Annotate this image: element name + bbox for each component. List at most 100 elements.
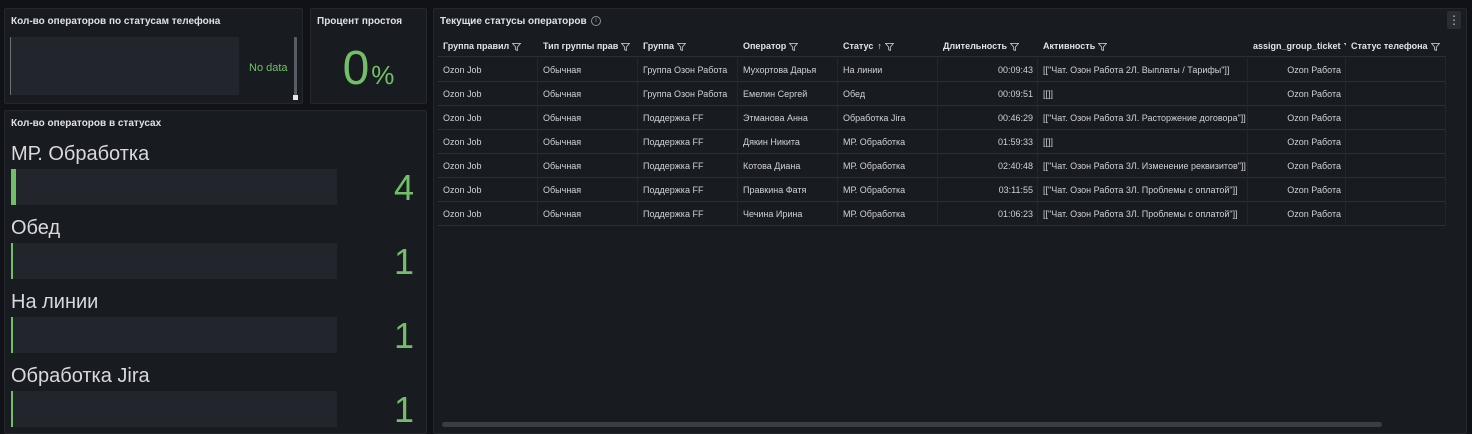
table-cell: Ozon Job [438, 130, 538, 154]
operators-table-panel: Текущие статусы операторов i ⋮ Группа пр… [433, 8, 1467, 434]
table-cell [1346, 178, 1446, 202]
column-header-label: Статус [843, 41, 874, 51]
panel-menu-icon[interactable]: ⋮ [1447, 11, 1461, 29]
column-header[interactable]: assign_group_ticket [1248, 35, 1346, 57]
filter-icon[interactable] [1007, 41, 1020, 51]
phone-status-panel: Кол-во операторов по статусам телефона N… [4, 8, 303, 104]
status-bar-track [11, 317, 337, 353]
column-header[interactable]: Тип группы прав [538, 35, 638, 57]
table-cell: МР. Обработка [838, 130, 938, 154]
table-cell [1346, 202, 1446, 226]
chart-axis-line [10, 37, 11, 95]
table-cell: [[]] [1038, 82, 1248, 106]
status-bar-fill [11, 317, 13, 353]
no-data-label: No data [249, 62, 288, 74]
table-row[interactable]: Ozon Job Обычная Поддержка FF Этманова Анна… [438, 106, 1446, 130]
table-cell: Обычная [538, 82, 638, 106]
table-cell: Мухортова Дарья [738, 58, 838, 82]
column-header[interactable]: Группа правил [438, 35, 538, 57]
status-bar-fill [11, 169, 16, 205]
table-cell: Поддержка FF [638, 178, 738, 202]
table-row[interactable]: Ozon Job Обычная Группа Озон Работа Емелин … [438, 82, 1446, 106]
chart-area [10, 37, 239, 95]
column-header-label: Группа правил [443, 41, 510, 51]
filter-icon[interactable] [618, 41, 631, 51]
table-cell: МР. Обработка [838, 178, 938, 202]
table-cell: Ozon Job [438, 202, 538, 226]
table-row[interactable]: Ozon Job Обычная Поддержка FF Правкина Фатя… [438, 178, 1446, 202]
table-cell [1346, 82, 1446, 106]
table-header: Группа правил Тип группы прав Группа Операт… [438, 35, 1446, 57]
table-cell: Этманова Анна [738, 106, 838, 130]
column-header[interactable]: Активность [1038, 35, 1248, 57]
table-cell: Обычная [538, 154, 638, 178]
column-header[interactable]: Группа [638, 35, 738, 57]
stat-number: 0 [342, 42, 370, 95]
table-cell: Обед [838, 82, 938, 106]
table-cell: На линии [838, 58, 938, 82]
table-row[interactable]: Ozon Job Обычная Поддержка FF Дякин Никита М… [438, 130, 1446, 154]
table-cell: [["Чат. Озон Работа 3Л. Изменение реквиз… [1038, 154, 1248, 178]
table-cell [1346, 130, 1446, 154]
column-header[interactable]: Оператор [738, 35, 838, 57]
info-icon[interactable]: i [591, 16, 601, 26]
resize-handle[interactable] [293, 95, 298, 100]
table-cell: 03:11:55 [938, 178, 1038, 202]
table-row[interactable]: Ozon Job Обычная Поддержка FF Котова Диана М… [438, 154, 1446, 178]
table-cell: Поддержка FF [638, 202, 738, 226]
status-bar-fill [11, 243, 13, 279]
filter-icon[interactable] [1095, 41, 1108, 51]
table-row[interactable]: Ozon Job Обычная Поддержка FF Чечина Ирина М… [438, 202, 1446, 226]
horizontal-scrollbar[interactable] [442, 422, 1382, 427]
table-cell [1346, 106, 1446, 130]
column-header[interactable]: Статус телефона [1346, 35, 1446, 57]
table-cell: Дякин Никита [738, 130, 838, 154]
column-header[interactable]: Статус ↑ [838, 35, 938, 57]
panel-title: Текущие статусы операторов [440, 16, 587, 27]
column-header[interactable]: Длительность [938, 35, 1038, 57]
table-cell: 01:06:23 [938, 202, 1038, 226]
table-cell: Ozon Job [438, 106, 538, 130]
table-cell: МР. Обработка [838, 202, 938, 226]
table-cell: МР. Обработка [838, 154, 938, 178]
table-cell: Емелин Сергей [738, 82, 838, 106]
column-header-label: Длительность [943, 41, 1008, 51]
table-cell: Ozon Job [438, 154, 538, 178]
table-cell: 00:09:51 [938, 82, 1038, 106]
status-count-value: 1 [393, 241, 414, 282]
panel-title: Процент простоя [317, 16, 403, 27]
table-cell: Ozon Работа [1248, 82, 1346, 106]
status-name: МР. Обработка [11, 143, 150, 165]
vertical-scrollbar[interactable] [294, 37, 297, 95]
table-cell: Обычная [538, 106, 638, 130]
table-cell: Обычная [538, 130, 638, 154]
idle-percent-value: 0% [311, 39, 426, 103]
table-cell: [[]] [1038, 130, 1248, 154]
status-count-value: 1 [393, 389, 414, 430]
panel-title: Кол-во операторов по статусам телефона [11, 16, 221, 27]
status-name: Обработка Jira [11, 365, 150, 387]
status-count-value: 1 [393, 315, 414, 356]
table-cell: 00:09:43 [938, 58, 1038, 82]
filter-icon[interactable] [509, 41, 522, 51]
table-cell: [["Чат. Озон Работа 3Л. Проблемы с оплат… [1038, 202, 1248, 226]
filter-icon[interactable] [674, 41, 687, 51]
table-cell: Котова Диана [738, 154, 838, 178]
table-cell: Ozon Работа [1248, 58, 1346, 82]
status-count-panel: Кол-во операторов в статусах МР. Обработ… [4, 110, 427, 434]
column-header-label: Активность [1043, 41, 1096, 51]
filter-icon[interactable] [882, 41, 894, 51]
table-cell: Группа Озон Работа [638, 82, 738, 106]
table-cell: Ozon Работа [1248, 154, 1346, 178]
table-row[interactable]: Ozon Job Обычная Группа Озон Работа Мухорто… [438, 58, 1446, 82]
column-header-label: Тип группы прав [543, 41, 619, 51]
stat-unit: % [371, 60, 395, 90]
table-cell [1346, 58, 1446, 82]
column-header-label: Оператор [743, 41, 787, 51]
filter-icon[interactable] [1428, 41, 1440, 51]
filter-icon[interactable] [786, 41, 799, 51]
table-cell: Ozon Job [438, 58, 538, 82]
table-cell: Обычная [538, 202, 638, 226]
table-cell: 01:59:33 [938, 130, 1038, 154]
table-cell: Поддержка FF [638, 154, 738, 178]
